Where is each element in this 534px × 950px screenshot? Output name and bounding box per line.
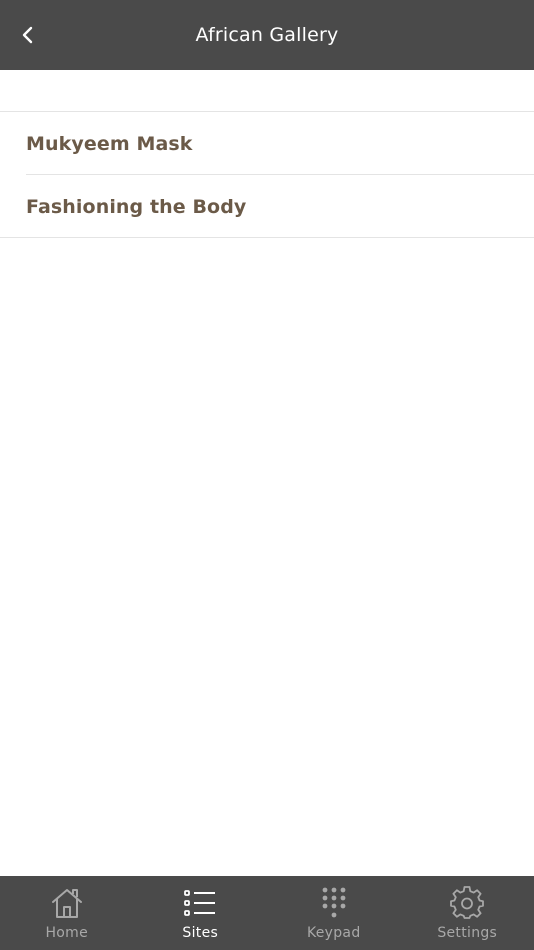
home-icon [49,885,85,921]
app-root: African Gallery Mukyeem Mask Fashioning … [0,0,534,950]
back-button[interactable] [10,17,46,53]
list-item-label: Mukyeem Mask [26,132,193,155]
tab-label-settings: Settings [437,925,498,941]
divider [0,237,534,238]
tab-keypad[interactable]: Keypad [267,876,401,950]
gear-icon [449,885,485,921]
tab-sites[interactable]: Sites [134,876,268,950]
chevron-left-icon [22,26,33,44]
tab-home[interactable]: Home [0,876,134,950]
keypad-icon [316,885,352,921]
page-title: African Gallery [195,24,339,46]
list-item-label: Fashioning the Body [26,195,247,218]
list-item-fashioning-the-body[interactable]: Fashioning the Body [0,175,534,238]
list-spacer [0,70,534,112]
sites-list: Mukyeem Mask Fashioning the Body [0,112,534,238]
tab-label-sites: Sites [182,925,219,941]
tab-label-keypad: Keypad [306,925,361,941]
tab-label-home: Home [45,925,89,941]
header-bar: African Gallery [0,0,534,70]
list-item-mukyeem-mask[interactable]: Mukyeem Mask [0,112,534,175]
list-icon [182,885,218,921]
tab-settings[interactable]: Settings [401,876,534,950]
bottom-tab-bar: Home Sites Keypad Settings [0,876,534,950]
